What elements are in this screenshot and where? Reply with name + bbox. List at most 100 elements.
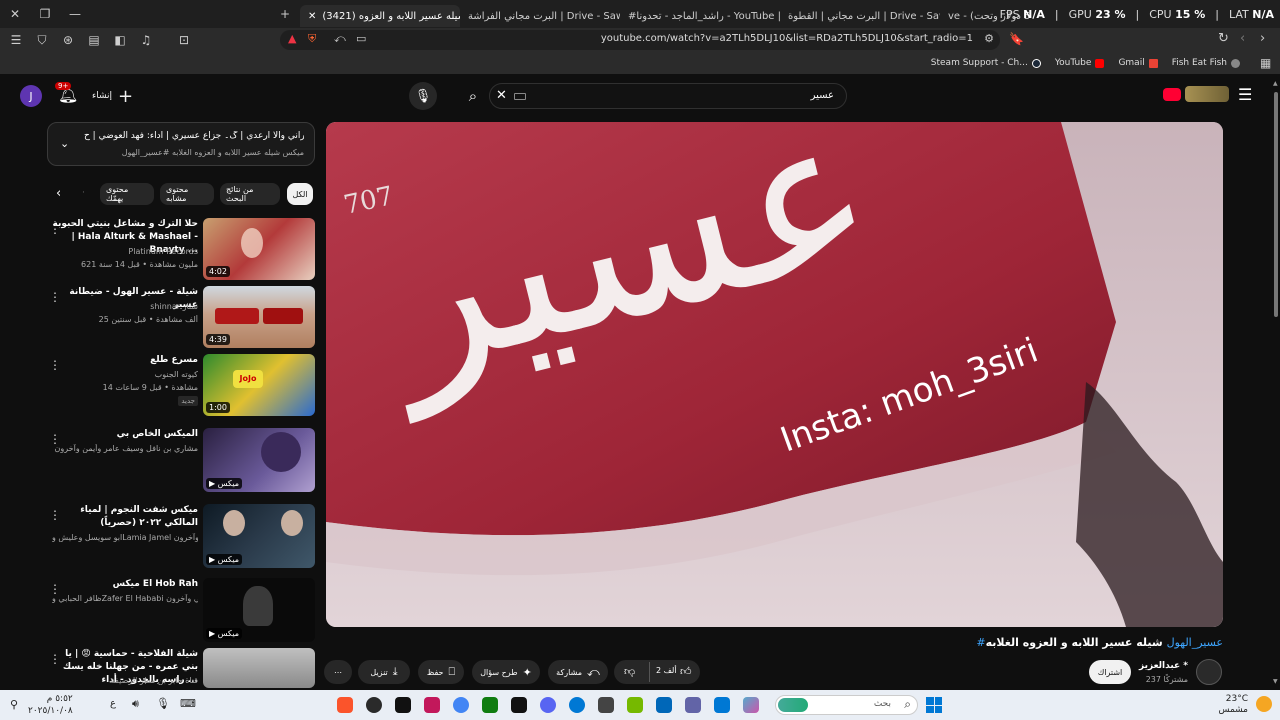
like-count[interactable]: 2 ألف	[656, 666, 677, 675]
clock[interactable]: ٥:٥٢ م ٢٠٢٥/١٠/٠٨	[28, 693, 73, 717]
browser-tab[interactable]: #راشد_الماجد - تحدونا - YouTube | jid	[620, 5, 780, 27]
browser-tab[interactable]: ✕ (3421) شيله عسير اللابه و العزوه ...	[300, 5, 460, 27]
video-thumbnail[interactable]: ▶ ميكس	[203, 504, 315, 568]
channel-name[interactable]: ابو سويسل وعليش وLamia Jamel وآخرون	[52, 533, 198, 542]
list-item[interactable]: ⋮ حلا الترك و مشاعل بنيتي الحبوبة | Hala…	[47, 218, 315, 280]
tiktok-taskbar-icon[interactable]	[395, 697, 411, 713]
language-indicator[interactable]: ع	[110, 698, 116, 709]
restore-window-icon[interactable]: ❐	[30, 0, 60, 28]
bookmark-steam-support[interactable]: Steam Support - Ch...	[931, 58, 1041, 68]
nvidia-taskbar-icon[interactable]	[627, 697, 643, 713]
channel-name[interactable]: ظافر الحبابي وZafer El Hababi وسعود الصل…	[52, 594, 198, 603]
download-button[interactable]: تنزيل ⤓	[358, 660, 410, 684]
outlook-taskbar-icon[interactable]	[714, 697, 730, 713]
channel-name[interactable]: مشاري بن نافل وسيف عامر وأيمن وآخرون	[52, 444, 199, 453]
keyboard-tray-icon[interactable]: ⌨	[180, 697, 196, 710]
share-button[interactable]: مشاركة ⤺	[548, 660, 608, 684]
up-next-panel[interactable]: ⌄ التالي: ابراني والا ارعدي | گ۔ جزاع عس…	[47, 122, 315, 166]
guide-menu-icon[interactable]: ☰	[1238, 85, 1252, 104]
share-icon[interactable]: ⤺	[334, 32, 346, 46]
music-icon[interactable]: ♫	[136, 30, 156, 50]
all-bookmarks-icon[interactable]: ▦	[1260, 56, 1271, 70]
video-thumbnail[interactable]: JoJo 1:00	[203, 354, 315, 416]
list-item[interactable]: ⋮ مسرع طلع كيوته الجنوب 14 مشاهدة • قبل …	[47, 354, 315, 416]
more-actions-button[interactable]: ⋯	[324, 660, 352, 684]
bookmark-icon[interactable]: 🔖	[1009, 32, 1024, 46]
chip-recommended[interactable]: محتوى يهمّك	[100, 183, 154, 205]
page-scrollbar[interactable]: ▲ ▼	[1273, 80, 1279, 685]
video-thumbnail[interactable]: 4:39	[203, 286, 315, 348]
channel-name[interactable]: قناة جابر بن مطر الرصيفة	[52, 676, 198, 685]
list-item[interactable]: ⋮ شيلة الفلاحية - حماسية 😡 | يا بني عمره…	[47, 648, 315, 688]
file-explorer-taskbar-icon[interactable]	[598, 697, 614, 713]
channel-name[interactable]: Platinum Records	[52, 247, 198, 256]
chip-all[interactable]: الكل	[287, 183, 313, 205]
brave-shield-icon[interactable]: ⛨	[308, 32, 316, 46]
video-title[interactable]: ميكس El Hob Rah	[52, 578, 198, 591]
avatar[interactable]: J	[20, 85, 42, 107]
list-item[interactable]: ⋮ شيلة - عسير الهول - ضيطانة عسير shinna…	[47, 286, 315, 348]
forward-icon[interactable]: ‹	[1240, 31, 1245, 46]
bookmark-gmail[interactable]: Gmail	[1118, 58, 1158, 68]
ask-button[interactable]: طرح سؤال ✦	[472, 660, 540, 684]
channel-name[interactable]: كيوته الجنوب	[52, 370, 198, 379]
bookmark-youtube[interactable]: YouTube	[1055, 58, 1105, 68]
video-title[interactable]: مسرع طلع	[52, 354, 198, 367]
address-bar[interactable]: ▲ ⛨ ⤺ ▭ youtube.com/watch?v=a2TLh5DLJ10&…	[280, 30, 1000, 50]
screenshot-icon[interactable]: ⊡	[174, 30, 194, 50]
video-title[interactable]: ميكس شفت النجوم | لمياء المالكي ٢٠٢٢ (حص…	[52, 504, 198, 530]
shield-icon[interactable]: ⛉	[32, 30, 52, 50]
back-icon[interactable]: ›	[1260, 31, 1265, 46]
new-tab-icon[interactable]: +	[270, 0, 300, 28]
capcut-taskbar-icon[interactable]	[511, 697, 527, 713]
app-taskbar-icon[interactable]	[424, 697, 440, 713]
browser-tab[interactable]: البرت مجاني | القطوة | Drive - SawGx3	[780, 5, 940, 27]
channel-avatar[interactable]	[1196, 659, 1222, 685]
compass-icon[interactable]: ⊛	[58, 30, 78, 50]
store-taskbar-icon[interactable]	[656, 697, 672, 713]
taskbar-search-box[interactable]: بحث ⌕	[775, 695, 918, 715]
reading-list-icon[interactable]: ▤	[84, 30, 104, 50]
save-button[interactable]: حفظ ⎕	[418, 660, 464, 684]
close-window-icon[interactable]: ✕	[0, 0, 30, 28]
chip-from-search[interactable]: من نتائج البحث	[220, 183, 280, 205]
youtube-wordmark-logo[interactable]	[1185, 86, 1229, 102]
wifi-icon[interactable]: ⚲	[10, 698, 18, 711]
chevron-down-icon[interactable]: ⌄	[60, 137, 69, 150]
like-icon[interactable]: 👍︎	[680, 665, 692, 678]
speaker-icon[interactable]: 🔊︎	[132, 697, 139, 711]
menu-icon[interactable]: ☰	[6, 30, 26, 50]
teams-taskbar-icon[interactable]	[685, 697, 701, 713]
chip-related[interactable]: محتوى مشابه	[160, 183, 214, 205]
video-thumbnail[interactable]: ▶ ميكس	[203, 428, 315, 492]
xbox-taskbar-icon[interactable]	[482, 697, 498, 713]
brave-taskbar-icon[interactable]	[337, 697, 353, 713]
cast-icon[interactable]: ▭	[356, 32, 366, 45]
chevron-left-icon[interactable]: ‹	[56, 186, 61, 201]
subscribe-button[interactable]: اشتراك	[1089, 660, 1131, 684]
windows-start-icon[interactable]	[926, 697, 942, 713]
discord-taskbar-icon[interactable]	[540, 697, 556, 713]
brave-rewards-icon[interactable]: ▲	[288, 32, 296, 45]
app-taskbar-icon[interactable]	[366, 697, 382, 713]
bookmark-fish-eat-fish[interactable]: Fish Eat Fish	[1172, 58, 1240, 68]
list-item[interactable]: ⋮ ميكس شفت النجوم | لمياء المالكي ٢٠٢٢ (…	[47, 504, 315, 568]
site-settings-icon[interactable]: ⚙	[984, 32, 994, 45]
channel-name[interactable]: shinnar شنار	[52, 302, 198, 311]
copilot-taskbar-icon[interactable]	[743, 697, 759, 713]
youtube-logo-icon[interactable]	[1163, 88, 1181, 101]
edge-taskbar-icon[interactable]	[569, 697, 585, 713]
list-item[interactable]: ⋮ ميكس El Hob Rah ظافر الحبابي وZafer El…	[47, 578, 315, 642]
minimize-window-icon[interactable]: —	[60, 0, 90, 28]
create-button[interactable]: إنشاء +	[92, 84, 133, 108]
url-text[interactable]: youtube.com/watch?v=a2TLh5DLJ10&list=RDa…	[601, 33, 973, 44]
video-thumbnail[interactable]	[203, 648, 315, 688]
microphone-tray-icon[interactable]: 🎙︎	[156, 697, 170, 710]
scroll-up-icon[interactable]: ▲	[1273, 80, 1278, 87]
close-tab-icon[interactable]: ✕	[308, 11, 316, 22]
weather-widget[interactable]: 23°C مشمس	[1218, 694, 1248, 716]
search-button[interactable]: ⌕	[456, 82, 490, 110]
clear-search-icon[interactable]: ✕	[496, 88, 507, 103]
browser-tab[interactable]: البرت مجاني الفراشة | Drive - SawGx3	[460, 5, 620, 27]
list-item[interactable]: ⋮ الميكس الخاص بي مشاري بن نافل وسيف عام…	[47, 428, 315, 492]
